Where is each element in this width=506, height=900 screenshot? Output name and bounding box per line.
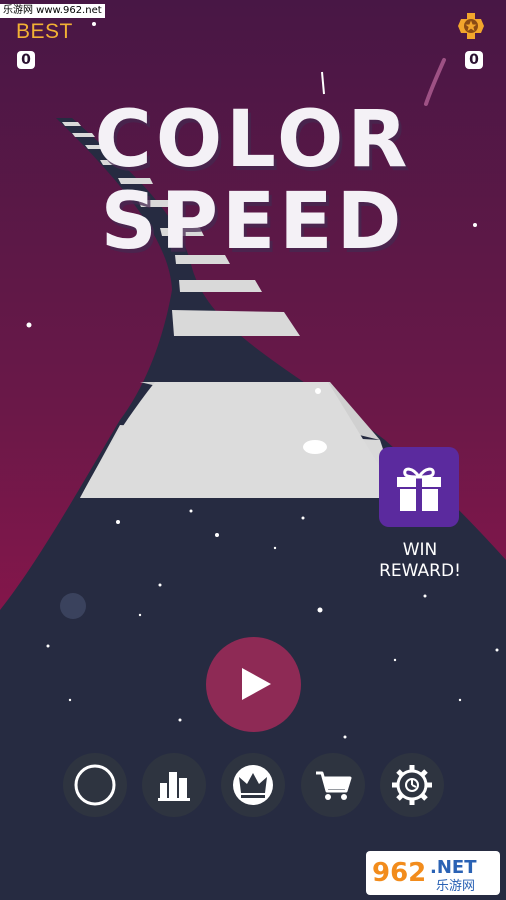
skins-button[interactable] (63, 753, 127, 817)
play-icon (242, 668, 271, 700)
best-label: BEST (16, 20, 73, 43)
reward-label-line2: REWARD! (379, 561, 461, 581)
win-reward-label: WIN REWARD! (352, 540, 488, 582)
game-title-line2: SPEED (100, 177, 406, 267)
game-title-line1: COLOR (94, 95, 412, 185)
watermark-subtitle: 乐游网 (436, 879, 475, 894)
crown-button[interactable] (221, 753, 285, 817)
leaderboard-button[interactable] (142, 753, 206, 817)
best-score: 0 (17, 51, 35, 69)
blur-orb (60, 593, 86, 619)
gift-icon (397, 467, 441, 511)
watermark-logo: 962 .NET 乐游网 (366, 851, 500, 895)
settings-button[interactable] (380, 753, 444, 817)
watermark-top: 乐游网 www.962.net (0, 4, 105, 18)
cart-icon (316, 771, 352, 800)
gear-coin-icon (458, 13, 484, 39)
player-ball (303, 440, 327, 454)
shop-button[interactable] (301, 753, 365, 817)
win-reward-button[interactable] (379, 447, 459, 527)
leaderboard-icon (158, 772, 190, 801)
play-button[interactable] (206, 637, 301, 732)
settings-gear-icon (392, 765, 432, 805)
coin-count: 0 (465, 51, 483, 69)
watermark-brand: 962 (372, 858, 426, 888)
reward-label-line1: WIN (402, 540, 438, 560)
circle-skin-icon (74, 764, 116, 806)
watermark-suffix: .NET (430, 857, 477, 878)
crown-icon (233, 765, 273, 805)
